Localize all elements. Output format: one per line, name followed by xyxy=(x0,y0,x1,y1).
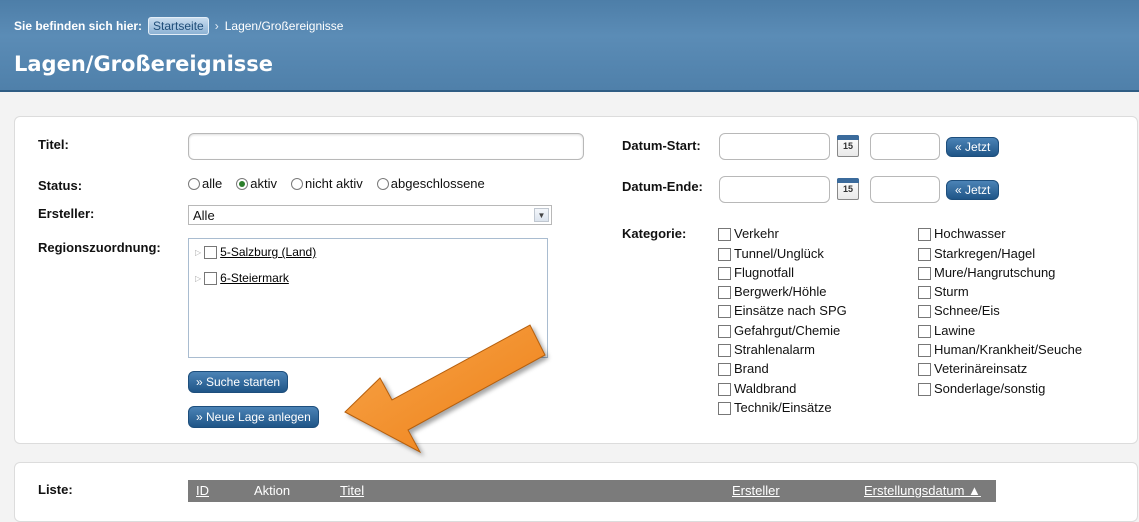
ersteller-value: Alle xyxy=(193,208,215,223)
calendar-icon[interactable]: 15 xyxy=(837,178,859,200)
kategorie-checkbox[interactable]: Mure/Hangrutschung xyxy=(918,261,1082,280)
region-checkbox[interactable] xyxy=(204,271,218,285)
kategorie-checkbox[interactable]: Strahlenalarm xyxy=(718,338,847,358)
kategorie-list-1: Verkehr Tunnel/Unglück Flugnotfall Bergw… xyxy=(718,222,847,415)
zeit-start-input[interactable] xyxy=(870,133,940,160)
region-link[interactable]: 5-Salzburg (Land) xyxy=(220,245,316,259)
page-header: Sie befinden sich hier: Startseite › Lag… xyxy=(0,0,1139,92)
kategorie-checkbox[interactable]: Flugnotfall xyxy=(718,261,847,280)
region-checkbox[interactable] xyxy=(204,245,218,259)
kategorie-list-2: Hochwasser Starkregen/Hagel Mure/Hangrut… xyxy=(918,222,1082,396)
chevron-down-icon[interactable]: ▼ xyxy=(534,208,549,222)
kategorie-checkbox[interactable]: Tunnel/Unglück xyxy=(718,241,847,261)
breadcrumb-current: Lagen/Großereignisse xyxy=(224,19,344,33)
region-tree: ▷ 5-Salzburg (Land) ▷ 6-Steiermark xyxy=(188,238,548,358)
kategorie-checkbox[interactable]: Einsätze nach SPG xyxy=(718,299,847,319)
kategorie-checkbox[interactable]: Hochwasser xyxy=(918,222,1082,242)
column-aktion: Aktion xyxy=(254,483,291,498)
titel-input[interactable] xyxy=(188,133,584,160)
kategorie-checkbox[interactable]: Human/Krankheit/Seuche xyxy=(918,338,1082,358)
calendar-icon[interactable]: 15 xyxy=(837,135,859,157)
kategorie-checkbox[interactable]: Bergwerk/Höhle xyxy=(718,280,847,300)
breadcrumb-separator: › xyxy=(214,19,219,33)
region-node[interactable]: ▷ 6-Steiermark xyxy=(195,271,289,285)
status-nicht-aktiv-radio[interactable]: nicht aktiv xyxy=(290,176,363,191)
jetzt-start-button[interactable]: « Jetzt xyxy=(946,137,1000,157)
kategorie-checkbox[interactable]: Waldbrand xyxy=(718,376,847,396)
page-title: Lagen/Großereignisse xyxy=(14,52,274,76)
datum-start-label: Datum-Start: xyxy=(622,138,701,153)
expand-icon[interactable]: ▷ xyxy=(195,248,201,257)
status-alle-radio[interactable]: alle xyxy=(188,176,222,191)
list-header: ID Aktion Titel Ersteller Erstellungsdat… xyxy=(188,480,996,502)
jetzt-ende-button[interactable]: « Jetzt xyxy=(946,180,1000,200)
region-node[interactable]: ▷ 5-Salzburg (Land) xyxy=(195,245,316,259)
ersteller-label: Ersteller: xyxy=(38,206,95,221)
status-aktiv-radio[interactable]: aktiv xyxy=(236,176,277,191)
regions-label: Regionszuordnung: xyxy=(38,240,161,255)
kategorie-checkbox[interactable]: Schnee/Eis xyxy=(918,299,1082,319)
datum-ende-input[interactable] xyxy=(719,176,830,203)
kategorie-label: Kategorie: xyxy=(622,226,687,241)
kategorie-checkbox[interactable]: Veterinäreinsatz xyxy=(918,357,1082,377)
kategorie-checkbox[interactable]: Gefahrgut/Chemie xyxy=(718,318,847,338)
kategorie-checkbox[interactable]: Starkregen/Hagel xyxy=(918,241,1082,261)
new-lage-button[interactable]: » Neue Lage anlegen xyxy=(188,406,319,428)
column-id[interactable]: ID xyxy=(196,483,209,498)
breadcrumb: Sie befinden sich hier: Startseite › Lag… xyxy=(14,17,343,35)
kategorie-checkbox[interactable]: Brand xyxy=(718,357,847,377)
kategorie-checkbox[interactable]: Sonderlage/sonstig xyxy=(918,376,1082,396)
breadcrumb-label: Sie befinden sich hier: xyxy=(14,19,143,33)
column-titel[interactable]: Titel xyxy=(340,483,364,498)
kategorie-checkbox[interactable]: Sturm xyxy=(918,280,1082,300)
breadcrumb-home-link[interactable]: Startseite xyxy=(148,17,209,35)
expand-icon[interactable]: ▷ xyxy=(195,274,201,283)
column-ersteller[interactable]: Ersteller xyxy=(732,483,780,498)
status-abgeschlossene-radio[interactable]: abgeschlossene xyxy=(376,176,485,191)
status-radio-group: alle aktiv nicht aktiv abgeschlossene xyxy=(188,176,485,191)
list-label: Liste: xyxy=(38,482,73,497)
kategorie-checkbox[interactable]: Technik/Einsätze xyxy=(718,396,847,415)
titel-label: Titel: xyxy=(38,137,69,152)
search-button[interactable]: » Suche starten xyxy=(188,371,289,393)
kategorie-checkbox[interactable]: Lawine xyxy=(918,318,1082,338)
datum-ende-label: Datum-Ende: xyxy=(622,179,703,194)
column-erstellungsdatum[interactable]: Erstellungsdatum ▲ xyxy=(864,483,981,498)
zeit-ende-input[interactable] xyxy=(870,176,940,203)
region-link[interactable]: 6-Steiermark xyxy=(220,271,289,285)
status-label: Status: xyxy=(38,178,83,193)
datum-start-input[interactable] xyxy=(719,133,830,160)
kategorie-checkbox[interactable]: Verkehr xyxy=(718,222,847,242)
ersteller-select[interactable]: Alle ▼ xyxy=(188,205,552,225)
